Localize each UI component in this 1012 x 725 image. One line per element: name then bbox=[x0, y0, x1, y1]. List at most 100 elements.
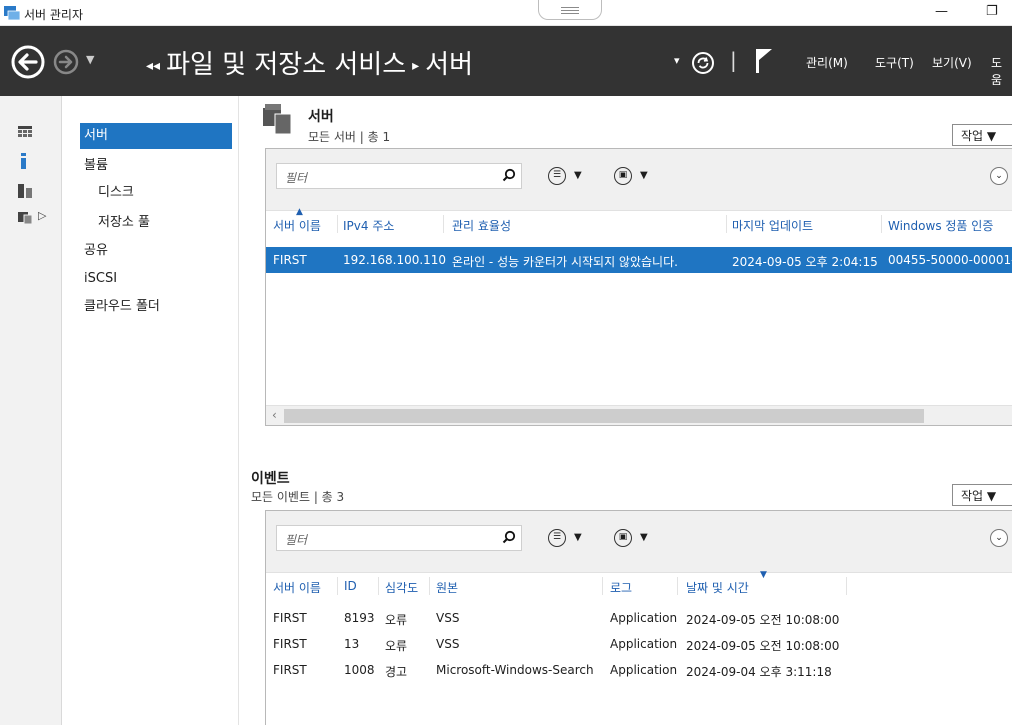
title-bar: 서버 관리자 — ❐ bbox=[0, 0, 1012, 26]
list-options-icon[interactable]: ☰ bbox=[548, 529, 566, 547]
breadcrumb-file-storage[interactable]: 파일 및 저장소 서비스 bbox=[166, 50, 406, 80]
cell-date-time: 2024-09-05 오전 10:08:00 bbox=[686, 639, 840, 653]
servers-column-headers: 서버 이름 ▲ IPv4 주소 관리 효율성 마지막 업데이트 Windows … bbox=[266, 207, 1012, 237]
cell-last-update: 2024-09-05 오후 2:04:15 bbox=[732, 255, 878, 269]
refresh-dropdown-icon[interactable]: ▾ bbox=[674, 54, 680, 67]
expand-arrow-icon[interactable]: ▷ bbox=[38, 209, 46, 222]
breadcrumb-back-arrows-icon[interactable]: ◂◂ bbox=[146, 58, 160, 74]
cell-log: Application bbox=[610, 611, 678, 625]
column-windows-activation[interactable]: Windows 정품 인증 bbox=[888, 217, 993, 234]
cell-server-name: FIRST bbox=[273, 611, 307, 625]
column-server-name[interactable]: 서버 이름 bbox=[273, 579, 321, 596]
servers-horizontal-scrollbar[interactable]: ‹ bbox=[266, 405, 1012, 425]
history-dropdown-icon[interactable]: ▼ bbox=[86, 53, 94, 66]
sort-ascending-icon: ▲ bbox=[296, 207, 303, 217]
nav-item-servers[interactable]: 서버 bbox=[80, 123, 232, 149]
all-servers-icon[interactable] bbox=[18, 184, 32, 198]
search-icon[interactable] bbox=[502, 168, 516, 182]
list-options-dropdown-icon[interactable]: ▼ bbox=[574, 532, 582, 543]
nav-item-storage-pools[interactable]: 저장소 풀 bbox=[96, 210, 248, 236]
window-title: 서버 관리자 bbox=[24, 8, 84, 22]
column-manageability[interactable]: 관리 효율성 bbox=[452, 217, 511, 234]
nav-item-iscsi[interactable]: iSCSI bbox=[82, 266, 234, 292]
scrollbar-thumb[interactable] bbox=[284, 409, 924, 423]
servers-title: 서버 bbox=[308, 109, 334, 125]
menu-manage[interactable]: 관리(M) bbox=[806, 54, 848, 71]
table-row[interactable]: FIRST 8193 오류 VSS Application 2024-09-05… bbox=[266, 605, 1012, 631]
column-date-time[interactable]: 날짜 및 시간 bbox=[686, 579, 749, 596]
column-last-update[interactable]: 마지막 업데이트 bbox=[732, 217, 813, 234]
cell-date-time: 2024-09-05 오전 10:08:00 bbox=[686, 613, 840, 627]
nav-item-cloud-folders[interactable]: 클라우드 폴더 bbox=[82, 294, 234, 320]
sort-descending-icon: ▼ bbox=[760, 570, 767, 580]
save-query-icon[interactable]: ▣ bbox=[614, 167, 632, 185]
nav-item-volumes[interactable]: 볼륨 bbox=[82, 153, 234, 179]
cell-id: 8193 bbox=[344, 611, 375, 625]
events-subtitle: 모든 이벤트 | 총 3 bbox=[251, 490, 345, 504]
file-storage-services-icon[interactable] bbox=[18, 210, 34, 224]
events-tasks-button[interactable]: 작업 ▼ bbox=[952, 484, 1012, 506]
cell-source: VSS bbox=[436, 637, 460, 651]
table-row[interactable]: FIRST 13 오류 VSS Application 2024-09-05 오… bbox=[266, 631, 1012, 657]
breadcrumb-servers[interactable]: 서버 bbox=[425, 50, 473, 80]
menu-tools[interactable]: 도구(T) bbox=[875, 54, 914, 71]
menu-help[interactable]: 도움 bbox=[991, 54, 1012, 88]
save-query-icon[interactable]: ▣ bbox=[614, 529, 632, 547]
breadcrumb: ◂◂ 파일 및 저장소 서비스 ▸ 서버 bbox=[140, 44, 473, 81]
forward-icon[interactable] bbox=[52, 48, 80, 76]
cell-date-time: 2024-09-04 오후 3:11:18 bbox=[686, 665, 832, 679]
cell-windows-activation: 00455-50000-00001- bbox=[888, 253, 1012, 267]
cell-id: 1008 bbox=[344, 663, 375, 677]
menu-view[interactable]: 보기(V) bbox=[932, 54, 972, 71]
restore-button[interactable]: ❐ bbox=[986, 4, 998, 19]
local-server-icon[interactable] bbox=[20, 153, 28, 169]
events-title: 이벤트 bbox=[251, 471, 290, 487]
cell-source: VSS bbox=[436, 611, 460, 625]
cell-server-name: FIRST bbox=[273, 663, 307, 677]
servers-subtitle: 모든 서버 | 총 1 bbox=[308, 130, 391, 144]
events-column-headers: 서버 이름 ID 심각도 원본 로그 날짜 및 시간 ▼ bbox=[266, 570, 1012, 599]
main-content: 서버 모든 서버 | 총 1 작업 ▼ 필터 ☰ ▼ ▣ ▼ ⌄ 서버 이름 ▲… bbox=[238, 96, 1012, 725]
servers-grid: 필터 ☰ ▼ ▣ ▼ ⌄ 서버 이름 ▲ IPv4 주소 관리 효율성 마지막 … bbox=[265, 148, 1012, 426]
servers-expand-icon[interactable]: ⌄ bbox=[990, 167, 1008, 185]
refresh-icon[interactable] bbox=[691, 51, 715, 75]
events-filter-input[interactable]: 필터 bbox=[276, 525, 522, 551]
navigation-bar: ▼ ◂◂ 파일 및 저장소 서비스 ▸ 서버 ▾ | 관리(M) 도구(T) 보기(V… bbox=[0, 26, 1012, 96]
toolbar-divider: | bbox=[730, 48, 737, 72]
nav-item-shares[interactable]: 공유 bbox=[82, 238, 234, 264]
servers-filter-input[interactable]: 필터 bbox=[276, 163, 522, 189]
back-icon[interactable] bbox=[10, 44, 46, 80]
column-log[interactable]: 로그 bbox=[610, 579, 632, 596]
column-source[interactable]: 원본 bbox=[436, 579, 458, 596]
minimize-button[interactable]: — bbox=[935, 4, 948, 19]
search-icon[interactable] bbox=[502, 530, 516, 544]
save-query-dropdown-icon[interactable]: ▼ bbox=[640, 532, 648, 543]
servers-tasks-button[interactable]: 작업 ▼ bbox=[952, 124, 1012, 146]
scroll-left-icon[interactable]: ‹ bbox=[272, 408, 277, 422]
column-ipv4[interactable]: IPv4 주소 bbox=[343, 217, 394, 234]
cell-log: Application bbox=[610, 637, 678, 651]
list-options-dropdown-icon[interactable]: ▼ bbox=[574, 170, 582, 181]
nav-item-disks[interactable]: 디스크 bbox=[96, 180, 248, 206]
events-grid: 필터 ☰ ▼ ▣ ▼ ⌄ 서버 이름 ID 심각도 원본 로그 날짜 및 시간 … bbox=[265, 510, 1012, 725]
cell-server-name: FIRST bbox=[273, 637, 307, 651]
column-severity[interactable]: 심각도 bbox=[385, 579, 418, 596]
table-row[interactable]: FIRST 192.168.100.110 온라인 - 성능 카운터가 시작되지… bbox=[266, 247, 1012, 273]
breadcrumb-separator-icon: ▸ bbox=[412, 57, 420, 74]
cell-server-name: FIRST bbox=[273, 253, 307, 267]
save-query-dropdown-icon[interactable]: ▼ bbox=[640, 170, 648, 181]
column-id[interactable]: ID bbox=[344, 579, 357, 593]
column-server-name[interactable]: 서버 이름 bbox=[273, 217, 321, 234]
server-manager-icon bbox=[4, 6, 20, 20]
cell-severity: 경고 bbox=[385, 665, 408, 679]
events-filter-bar: 필터 ☰ ▼ ▣ ▼ ⌄ bbox=[266, 511, 1012, 573]
cell-severity: 오류 bbox=[385, 613, 408, 627]
window-drag-handle[interactable] bbox=[538, 0, 602, 20]
servers-filter-bar: 필터 ☰ ▼ ▣ ▼ ⌄ bbox=[266, 149, 1012, 211]
notifications-flag-icon[interactable] bbox=[754, 48, 774, 74]
file-storage-nav-panel: 서버 볼륨 디스크 저장소 풀 공유 iSCSI 클라우드 폴더 bbox=[64, 96, 238, 725]
dashboard-icon[interactable] bbox=[18, 126, 32, 138]
table-row[interactable]: FIRST 1008 경고 Microsoft-Windows-Search A… bbox=[266, 657, 1012, 683]
list-options-icon[interactable]: ☰ bbox=[548, 167, 566, 185]
events-expand-icon[interactable]: ⌄ bbox=[990, 529, 1008, 547]
